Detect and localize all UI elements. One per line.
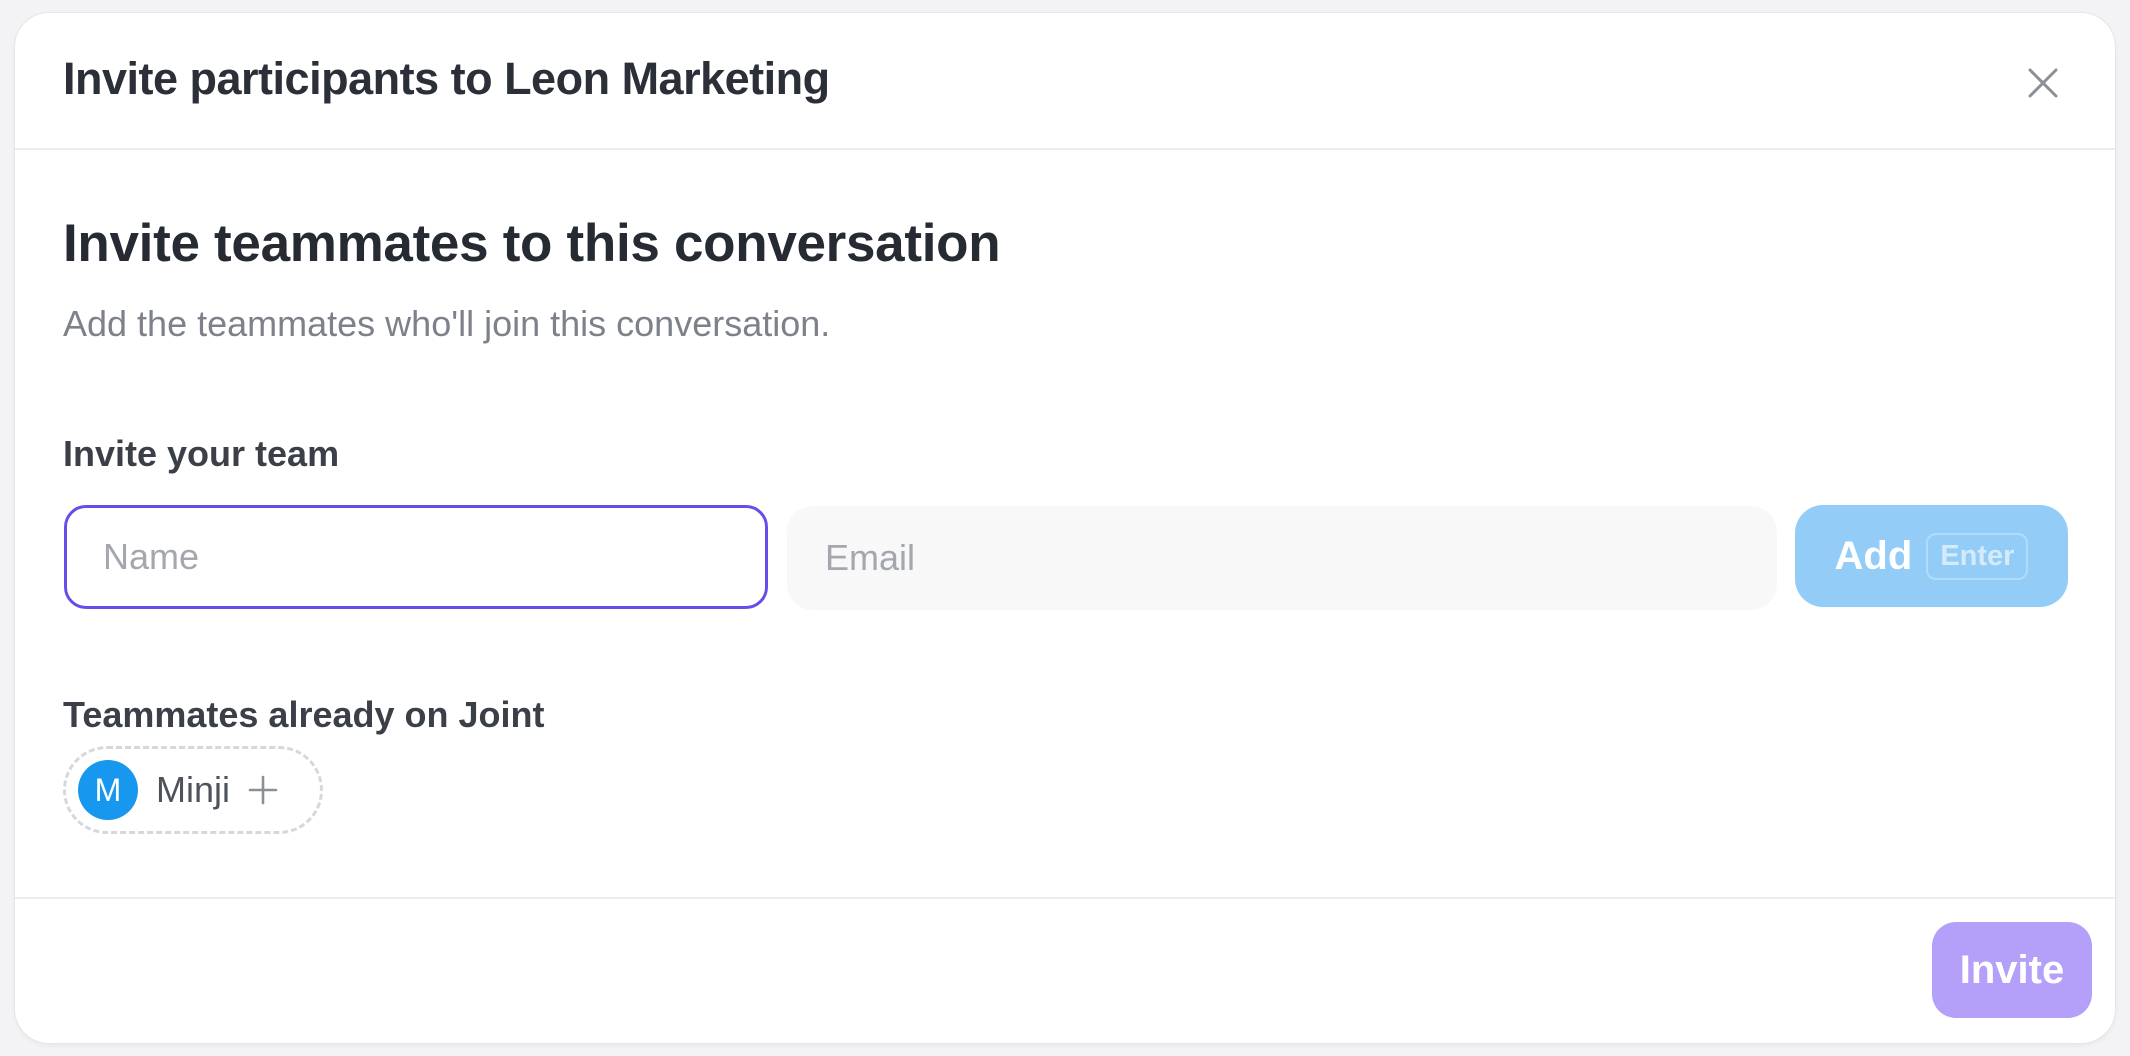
section-heading: Invite teammates to this conversation	[63, 214, 1001, 273]
avatar: M	[78, 760, 138, 820]
email-input[interactable]	[787, 506, 1777, 610]
name-input[interactable]	[64, 505, 768, 609]
invite-team-label: Invite your team	[63, 433, 340, 474]
existing-teammates-label: Teammates already on Joint	[63, 694, 545, 735]
modal-header: Invite participants to Leon Marketing	[15, 13, 2115, 150]
footer-divider	[15, 897, 2115, 899]
invite-button-label: Invite	[1959, 947, 2065, 992]
section-subtitle: Add the teammates who'll join this conve…	[63, 303, 831, 344]
enter-shortcut-badge: Enter	[1926, 532, 2029, 580]
plus-icon	[248, 775, 278, 805]
invite-modal: Invite participants to Leon Marketing In…	[15, 13, 2115, 1043]
close-button[interactable]	[2015, 55, 2071, 111]
add-button[interactable]: Add Enter	[1795, 505, 2068, 607]
teammate-chip-minji[interactable]: M Minji	[63, 746, 323, 834]
invite-button[interactable]: Invite	[1932, 922, 2092, 1018]
close-icon	[2028, 68, 2058, 98]
add-button-label: Add	[1834, 533, 1913, 578]
teammate-name: Minji	[156, 769, 231, 810]
modal-title: Invite participants to Leon Marketing	[63, 53, 830, 104]
